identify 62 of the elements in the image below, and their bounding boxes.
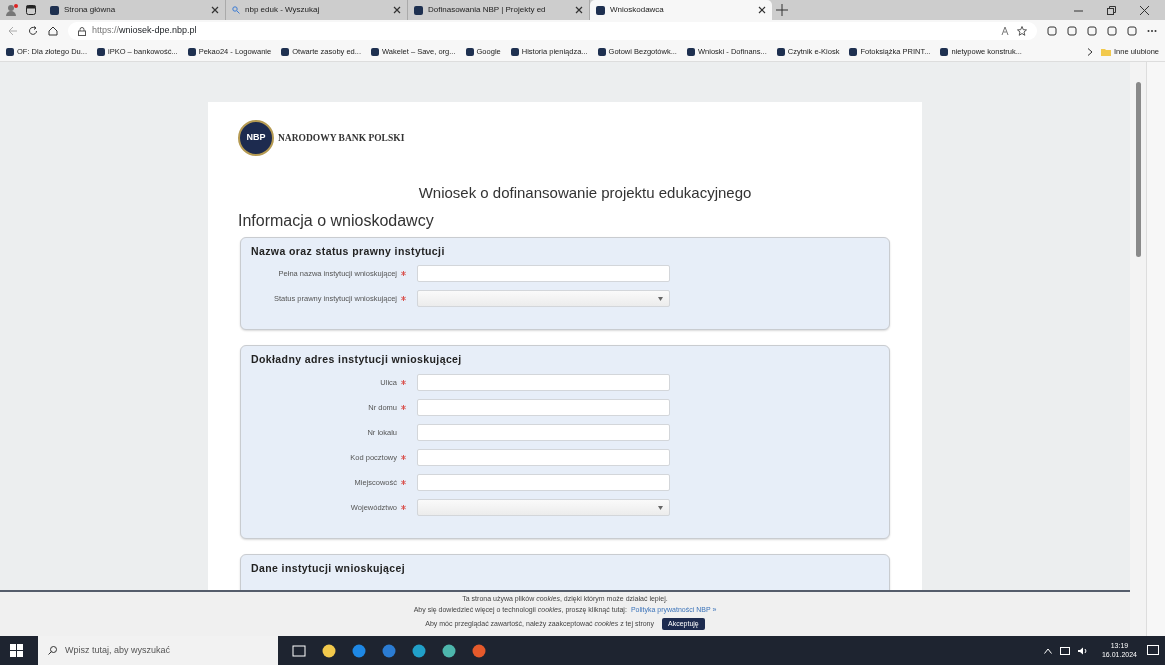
favicon-icon — [97, 47, 106, 56]
logo-icon: NBP — [238, 120, 274, 156]
page-title: Wniosek o dofinansowanie projektu edukacyjnego — [417, 183, 753, 203]
caret-icon — [658, 296, 663, 301]
fieldset-legend: Dokładny adres instytucji wnioskującej — [251, 352, 879, 368]
windows-start-icon[interactable] — [10, 643, 24, 658]
app-icon[interactable] — [472, 643, 486, 658]
favicon-icon — [50, 5, 59, 15]
network-icon[interactable] — [1059, 646, 1070, 655]
search-icon — [232, 6, 240, 14]
volume-icon[interactable] — [1077, 646, 1088, 655]
app-icon[interactable] — [352, 643, 366, 658]
caret-icon — [658, 505, 663, 510]
tab-actions-icon[interactable] — [26, 5, 36, 15]
browser-tab[interactable]: Wnioskodawca — [590, 0, 772, 20]
favicon-icon — [510, 47, 519, 56]
favicon-icon — [849, 47, 858, 56]
favicon-icon — [465, 47, 474, 56]
favicon-icon — [686, 47, 695, 56]
close-icon[interactable] — [758, 6, 766, 14]
read-aloud-icon[interactable] — [1001, 26, 1011, 36]
task-view-icon[interactable] — [292, 643, 306, 658]
favicon-icon — [414, 5, 423, 15]
fieldset-legend: Nazwa oraz status prawny instytucji — [251, 243, 879, 260]
notification-icon[interactable] — [1147, 644, 1159, 657]
input-field[interactable] — [417, 265, 670, 283]
favicon-icon — [776, 47, 785, 56]
close-icon[interactable] — [1140, 5, 1149, 15]
app-icon[interactable] — [382, 643, 396, 658]
scrollbar-thumb[interactable] — [1135, 82, 1141, 257]
favicon-icon — [597, 47, 606, 56]
url-text: https://wniosek-dpe.nbp.pl — [92, 24, 197, 38]
address-field[interactable]: https://wniosek-dpe.nbp.pl — [68, 22, 1037, 40]
favicon-icon — [596, 5, 605, 15]
lock-icon — [78, 26, 86, 36]
input-field[interactable] — [417, 424, 670, 441]
select-field[interactable] — [417, 499, 670, 516]
favicon-icon — [281, 47, 290, 56]
input-field[interactable] — [417, 399, 670, 416]
close-icon[interactable] — [393, 6, 401, 14]
taskbar-search-field[interactable]: Wpisz tutaj, aby wyszukać — [38, 636, 278, 665]
logo-text: NARODOWY BANK POLSKI — [278, 131, 405, 145]
home-icon[interactable] — [48, 26, 58, 36]
chevron-up-icon[interactable] — [1043, 647, 1052, 654]
search-icon — [48, 646, 57, 655]
close-icon[interactable] — [575, 6, 583, 14]
favicon-icon — [940, 47, 949, 56]
restore-icon[interactable] — [1107, 5, 1116, 15]
refresh-icon[interactable] — [28, 26, 38, 36]
input-field[interactable] — [417, 374, 670, 391]
favicon-icon — [187, 47, 196, 56]
favicon-icon — [6, 47, 14, 56]
favicon-icon — [371, 47, 379, 56]
section-title: Informacja o wnioskodawcy — [238, 210, 435, 231]
select-field[interactable] — [417, 290, 670, 308]
profile-icon[interactable] — [6, 4, 18, 16]
input-field[interactable] — [417, 474, 670, 491]
fieldset-legend: Dane instytucji wnioskującej — [251, 561, 879, 577]
chevron-right-icon[interactable] — [1086, 47, 1093, 56]
input-field[interactable] — [417, 449, 670, 466]
close-icon[interactable] — [211, 6, 219, 14]
star-icon[interactable] — [1017, 26, 1027, 36]
